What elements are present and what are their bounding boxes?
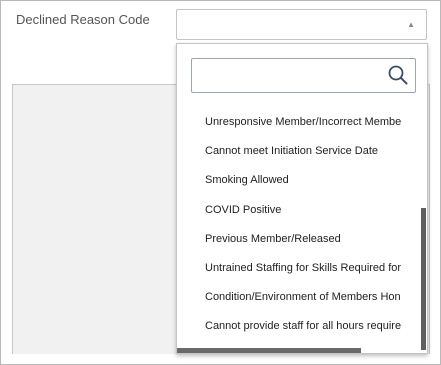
dropdown-menu: Unresponsive Member/Incorrect Membe Cann…	[176, 43, 428, 354]
search-icon[interactable]	[387, 64, 409, 86]
declined-reason-code-label: Declined Reason Code	[16, 12, 150, 27]
declined-reason-code-select[interactable]: ▲	[176, 9, 427, 40]
option-previous-member-released[interactable]: Previous Member/Released	[177, 225, 423, 254]
option-condition-environment[interactable]: Condition/Environment of Members Hon	[177, 283, 423, 312]
search-box[interactable]	[191, 58, 416, 93]
option-unresponsive-member[interactable]: Unresponsive Member/Incorrect Membe	[177, 108, 423, 137]
option-cannot-provide-staff[interactable]: Cannot provide staff for all hours requi…	[177, 312, 423, 341]
horizontal-scrollbar[interactable]	[177, 348, 361, 353]
option-untrained-staffing[interactable]: Untrained Staffing for Skills Required f…	[177, 254, 423, 283]
option-cannot-meet-initiation-date[interactable]: Cannot meet Initiation Service Date	[177, 137, 423, 166]
vertical-scrollbar[interactable]	[421, 208, 426, 350]
search-input[interactable]	[192, 59, 394, 92]
option-covid-positive[interactable]: COVID Positive	[177, 196, 423, 225]
caret-up-icon[interactable]: ▲	[407, 20, 415, 29]
form-panel: Declined Reason Code ▲ Unresponsive Memb…	[0, 0, 441, 365]
option-smoking-allowed[interactable]: Smoking Allowed	[177, 166, 423, 195]
options-list: Unresponsive Member/Incorrect Membe Cann…	[177, 108, 423, 342]
